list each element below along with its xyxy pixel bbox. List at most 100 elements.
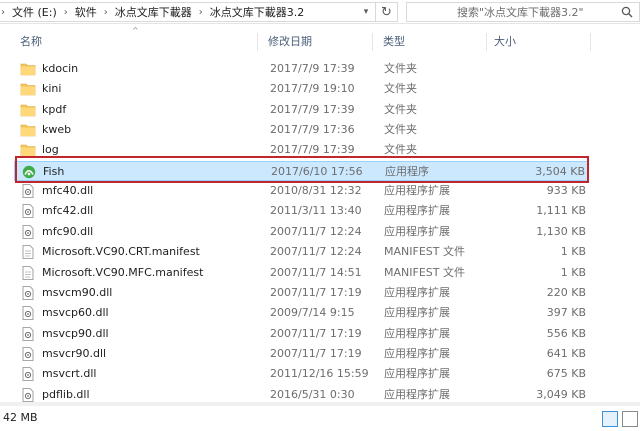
file-date: 2017/6/10 17:56 xyxy=(271,165,363,178)
file-type: 应用程序 xyxy=(385,165,429,178)
file-row[interactable]: mfc40.dll 2010/8/31 12:32 应用程序扩展 933 KB xyxy=(14,181,588,201)
file-type: 文件夹 xyxy=(384,143,417,156)
chevron-right-icon[interactable]: › xyxy=(194,7,208,18)
file-date: 2007/11/7 14:51 xyxy=(270,266,362,279)
refresh-icon[interactable]: ↻ xyxy=(375,3,397,21)
sort-ascending-icon: ^ xyxy=(132,26,139,35)
file-date: 2017/7/9 19:10 xyxy=(270,82,355,95)
file-row[interactable]: Fish 2017/6/10 17:56 应用程序 3,504 KB xyxy=(14,161,588,181)
breadcrumb-folder-software[interactable]: 软件 xyxy=(73,4,99,20)
file-row[interactable]: kpdf 2017/7/9 17:39 文件夹 xyxy=(14,100,588,120)
file-size: 1,111 KB xyxy=(536,204,586,217)
breadcrumb-drive[interactable]: 文件 (E:) xyxy=(10,4,59,20)
file-name: mfc90.dll xyxy=(42,225,94,238)
file-type: 应用程序扩展 xyxy=(384,286,450,299)
file-name: kpdf xyxy=(42,103,67,116)
search-box[interactable]: 搜索"冰点文库下載器3.2" xyxy=(406,2,640,22)
status-bar: 42 MB xyxy=(0,406,640,431)
column-header-type[interactable]: 类型 xyxy=(383,30,405,54)
file-name: mfc40.dll xyxy=(42,184,94,197)
dll-icon xyxy=(20,388,36,402)
file-name: kini xyxy=(42,82,62,95)
folder-icon xyxy=(20,103,36,117)
file-row[interactable]: Microsoft.VC90.MFC.manifest 2007/11/7 14:… xyxy=(14,263,588,283)
file-date: 2011/12/16 15:59 xyxy=(270,367,369,380)
file-row[interactable]: msvcp60.dll 2009/7/14 9:15 应用程序扩展 397 KB xyxy=(14,303,588,323)
column-header-row: 名称 修改日期 类型 大小 xyxy=(0,30,640,54)
search-icon[interactable] xyxy=(621,6,633,18)
file-row[interactable]: log 2017/7/9 17:39 文件夹 xyxy=(14,140,588,160)
details-view-icon[interactable] xyxy=(602,411,618,427)
file-icon xyxy=(20,266,36,280)
file-row[interactable]: kdocin 2017/7/9 17:39 文件夹 xyxy=(14,59,588,79)
column-header-name[interactable]: 名称 xyxy=(20,30,42,54)
chevron-right-icon[interactable]: › xyxy=(59,7,73,18)
file-row[interactable]: mfc90.dll 2007/11/7 12:24 应用程序扩展 1,130 KB xyxy=(14,222,588,242)
breadcrumb-current-folder[interactable]: 冰点文库下載器3.2 xyxy=(208,4,307,20)
file-name: msvcr90.dll xyxy=(42,347,107,360)
file-size: 933 KB xyxy=(546,184,586,197)
file-type: 文件夹 xyxy=(384,123,417,136)
file-type: 应用程序扩展 xyxy=(384,204,450,217)
file-date: 2009/7/14 9:15 xyxy=(270,306,355,319)
file-date: 2007/11/7 17:19 xyxy=(270,286,362,299)
file-row[interactable]: msvcrt.dll 2011/12/16 15:59 应用程序扩展 675 KB xyxy=(14,364,588,384)
file-type: 应用程序扩展 xyxy=(384,367,450,380)
file-name: Microsoft.VC90.MFC.manifest xyxy=(42,266,204,279)
folder-icon xyxy=(20,123,36,137)
column-divider[interactable] xyxy=(590,33,591,51)
dll-icon xyxy=(20,327,36,341)
file-date: 2007/11/7 12:24 xyxy=(270,225,362,238)
chevron-right-icon[interactable]: › xyxy=(99,7,113,18)
dll-icon xyxy=(20,306,36,320)
column-divider[interactable] xyxy=(372,33,373,51)
file-name: mfc42.dll xyxy=(42,204,94,217)
file-size: 1 KB xyxy=(560,266,586,279)
file-row[interactable]: msvcr90.dll 2007/11/7 17:19 应用程序扩展 641 KB xyxy=(14,344,588,364)
file-size: 641 KB xyxy=(546,347,586,360)
breadcrumb-folder-downloader[interactable]: 冰点文库下載器 xyxy=(113,4,194,20)
file-size: 3,504 KB xyxy=(535,165,585,178)
file-size: 1,130 KB xyxy=(536,225,586,238)
status-text: 42 MB xyxy=(3,411,38,424)
address-bar[interactable]: › 文件 (E:) › 软件 › 冰点文库下載器 › 冰点文库下載器3.2 ▾ … xyxy=(0,2,398,22)
dll-icon xyxy=(20,184,36,198)
file-size: 556 KB xyxy=(546,327,586,340)
file-date: 2007/11/7 12:24 xyxy=(270,245,362,258)
folder-icon xyxy=(20,82,36,96)
file-size: 675 KB xyxy=(546,367,586,380)
column-header-size[interactable]: 大小 xyxy=(494,30,516,54)
file-row[interactable]: mfc42.dll 2011/3/11 13:40 应用程序扩展 1,111 KB xyxy=(14,201,588,221)
file-date: 2007/11/7 17:19 xyxy=(270,347,362,360)
column-divider[interactable] xyxy=(486,33,487,51)
file-size: 220 KB xyxy=(546,286,586,299)
dll-icon xyxy=(20,347,36,361)
large-icons-view-icon[interactable] xyxy=(622,411,638,427)
file-type: 文件夹 xyxy=(384,62,417,75)
file-row[interactable]: msvcm90.dll 2007/11/7 17:19 应用程序扩展 220 KB xyxy=(14,283,588,303)
file-type: 应用程序扩展 xyxy=(384,327,450,340)
file-type: 文件夹 xyxy=(384,82,417,95)
file-date: 2017/7/9 17:36 xyxy=(270,123,355,136)
file-row[interactable]: Microsoft.VC90.CRT.manifest 2007/11/7 12:… xyxy=(14,242,588,262)
file-name: msvcp90.dll xyxy=(42,327,109,340)
file-type: MANIFEST 文件 xyxy=(384,266,465,279)
file-name: Microsoft.VC90.CRT.manifest xyxy=(42,245,200,258)
chevron-right-icon[interactable]: › xyxy=(0,7,10,18)
file-size: 397 KB xyxy=(546,306,586,319)
file-row[interactable]: kweb 2017/7/9 17:36 文件夹 xyxy=(14,120,588,140)
dll-icon xyxy=(20,204,36,218)
chevron-down-icon[interactable]: ▾ xyxy=(357,3,375,21)
dll-icon xyxy=(20,225,36,239)
file-type: 应用程序扩展 xyxy=(384,184,450,197)
column-divider[interactable] xyxy=(257,33,258,51)
file-icon xyxy=(20,245,36,259)
file-name: msvcrt.dll xyxy=(42,367,97,380)
file-name: log xyxy=(42,143,59,156)
navigation-bar: › 文件 (E:) › 软件 › 冰点文库下載器 › 冰点文库下載器3.2 ▾ … xyxy=(0,0,640,24)
file-row[interactable]: kini 2017/7/9 19:10 文件夹 xyxy=(14,79,588,99)
file-row[interactable]: msvcp90.dll 2007/11/7 17:19 应用程序扩展 556 KB xyxy=(14,324,588,344)
dll-icon xyxy=(20,286,36,300)
column-header-date[interactable]: 修改日期 xyxy=(268,30,312,54)
file-list: kdocin 2017/7/9 17:39 文件夹 kini 2017/7/9 19:1… xyxy=(0,59,640,406)
